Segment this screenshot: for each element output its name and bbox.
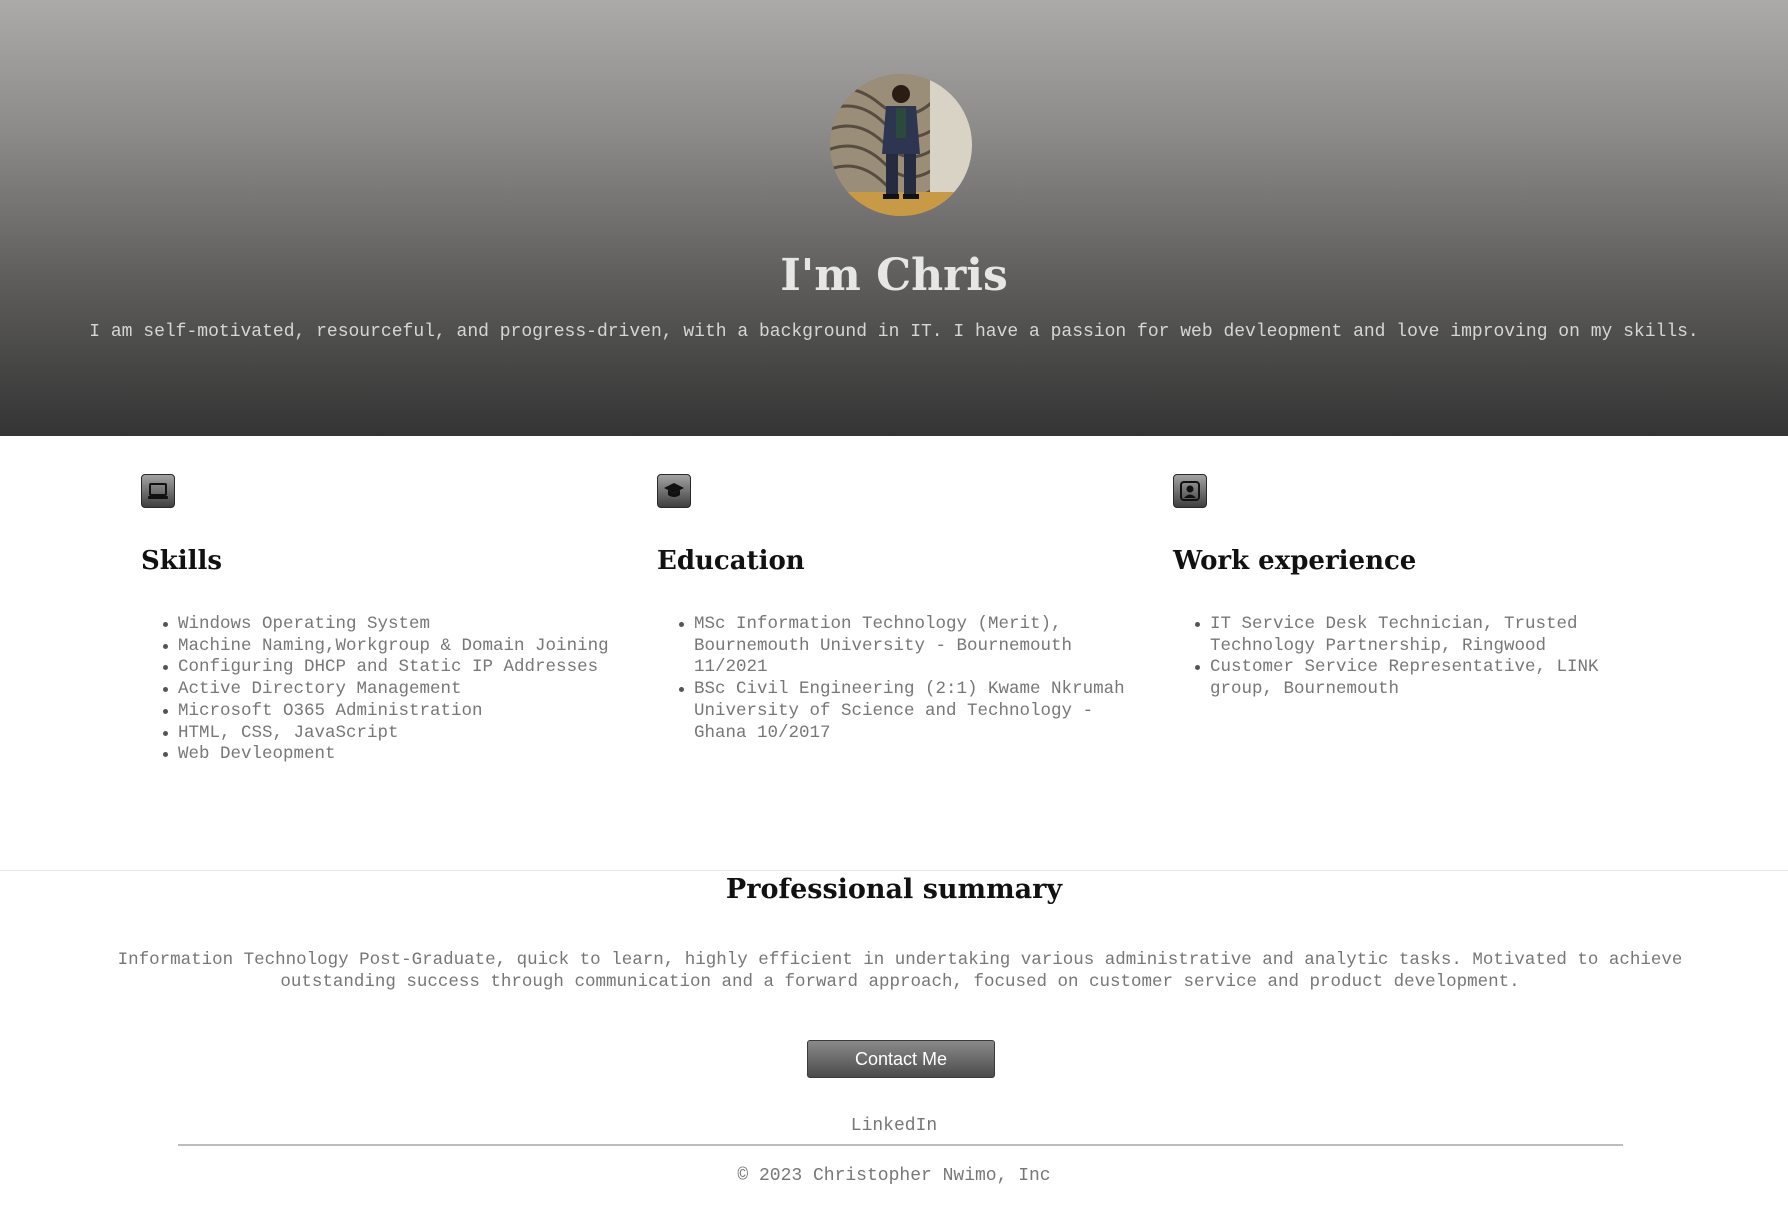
list-item: BSc Civil Engineering (2:1) Kwame Nkruma… <box>679 679 1127 744</box>
skills-heading: Skills <box>141 546 223 576</box>
list-item: Configuring DHCP and Static IP Addresses <box>163 657 611 679</box>
list-item: HTML, CSS, JavaScript <box>163 723 611 745</box>
linkedin-link[interactable]: LinkedIn <box>0 1115 1788 1137</box>
graduation-cap-icon <box>657 474 691 508</box>
work-experience-heading: Work experience <box>1173 546 1417 576</box>
list-item: Microsoft O365 Administration <box>163 701 611 723</box>
list-item: Active Directory Management <box>163 679 611 701</box>
summary-title: Professional summary <box>725 874 1063 905</box>
list-item: Windows Operating System <box>163 614 611 636</box>
skills-list: Windows Operating System Machine Naming,… <box>141 614 611 766</box>
copyright-text: © 2023 Christopher Nwimo, Inc <box>737 1166 1051 1186</box>
summary-text: Information Technology Post-Graduate, qu… <box>117 950 1683 992</box>
person-badge-icon <box>1173 474 1207 508</box>
list-item: Web Devleopment <box>163 744 611 766</box>
work-experience-list: IT Service Desk Technician, Trusted Tech… <box>1173 614 1643 701</box>
list-item: Machine Naming,Workgroup & Domain Joinin… <box>163 636 611 658</box>
contact-me-button[interactable]: Contact Me <box>807 1040 995 1078</box>
footer-divider <box>178 1144 1623 1146</box>
list-item: MSc Information Technology (Merit), Bour… <box>679 614 1127 679</box>
skills-section: Skills Windows Operating System Machine … <box>141 474 611 766</box>
education-heading: Education <box>657 546 805 576</box>
hero-tagline: I am self-motivated, resourceful, and pr… <box>89 322 1699 342</box>
education-section: Education MSc Information Technology (Me… <box>657 474 1127 744</box>
laptop-icon <box>141 474 175 508</box>
hero-banner: I'm Chris I am self-motivated, resourcef… <box>0 0 1788 436</box>
hero-title: I'm Chris <box>780 250 1008 301</box>
profile-photo <box>830 74 972 216</box>
list-item: IT Service Desk Technician, Trusted Tech… <box>1195 614 1643 657</box>
work-experience-section: Work experience IT Service Desk Technici… <box>1173 474 1643 701</box>
education-list: MSc Information Technology (Merit), Bour… <box>657 614 1127 744</box>
list-item: Customer Service Representative, LINK gr… <box>1195 657 1643 700</box>
profile-avatar <box>830 74 972 216</box>
